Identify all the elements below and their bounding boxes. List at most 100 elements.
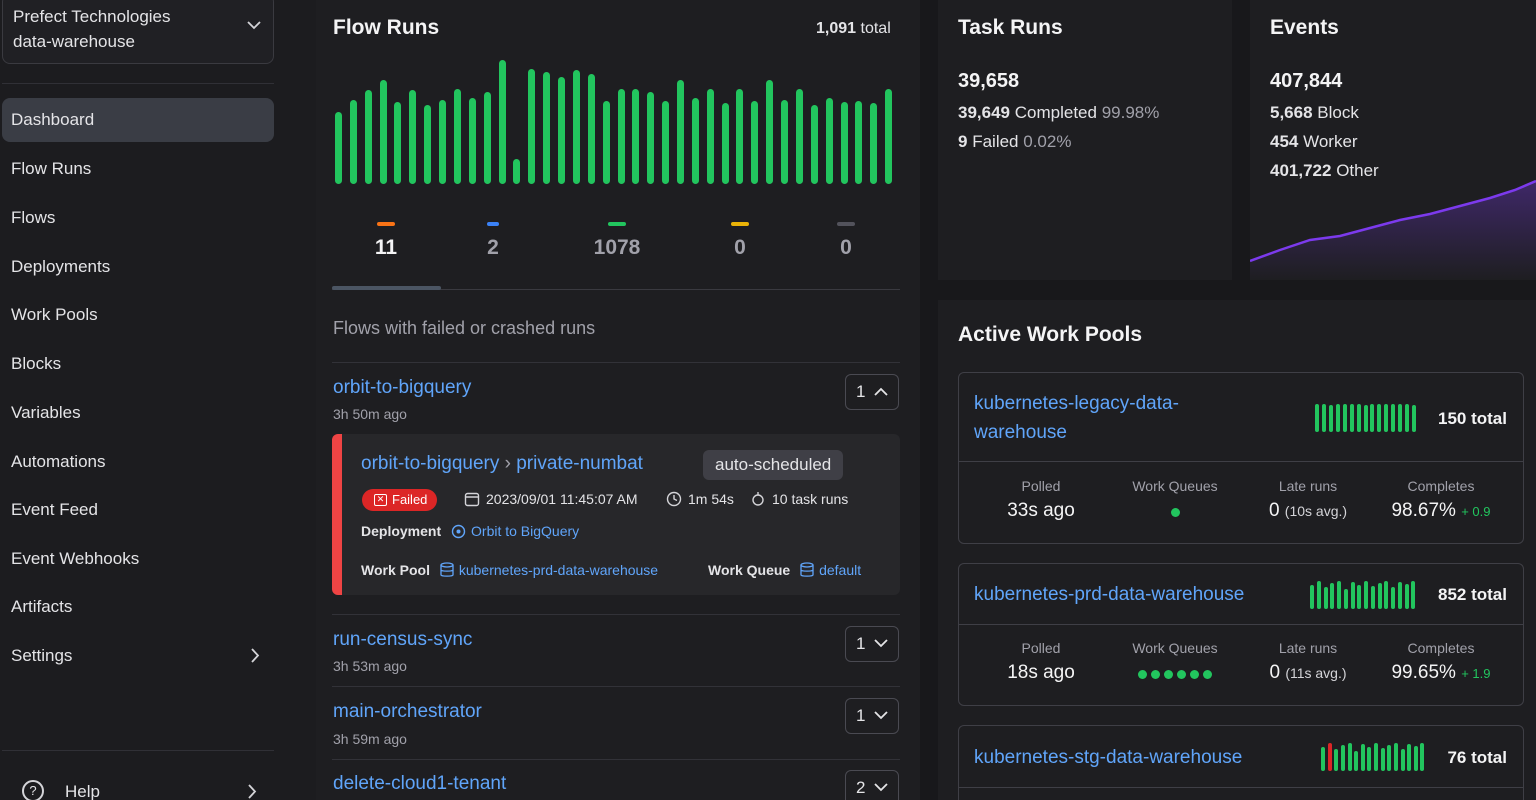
sidebar-item-artifacts[interactable]: Artifacts — [2, 585, 274, 629]
flow-run-bar[interactable] — [721, 103, 729, 184]
work-pool-link[interactable]: kubernetes-legacy-data- warehouse — [974, 389, 1179, 447]
flow-run-bar[interactable] — [572, 70, 580, 184]
state-tab-failed[interactable]: 11 — [356, 222, 416, 260]
polled-stat: Polled 33s ago — [971, 478, 1111, 522]
flow-run-bar[interactable] — [840, 102, 848, 184]
work-pools-title: Active Work Pools — [958, 323, 1142, 346]
flow-run-bar[interactable] — [528, 69, 536, 184]
completes-delta: + 1.9 — [1461, 666, 1491, 681]
flow-runs-toggle[interactable]: 1 — [845, 374, 899, 410]
sidebar-item-blocks[interactable]: Blocks — [2, 342, 274, 386]
pool-run-bar — [1405, 404, 1410, 432]
workspace-switcher[interactable]: Prefect Technologies data-warehouse — [2, 0, 274, 64]
flow-link[interactable]: run-census-sync — [333, 629, 472, 651]
flow-run-bar[interactable] — [498, 60, 506, 184]
state-tab-running[interactable]: 2 — [463, 222, 523, 260]
flow-link[interactable]: delete-cloud1-tenant — [333, 773, 506, 795]
sidebar-item-automations[interactable]: Automations — [2, 440, 274, 484]
pool-run-bar — [1316, 581, 1321, 609]
flow-run-bar[interactable] — [453, 89, 461, 184]
pool-run-bar — [1340, 745, 1345, 771]
flow-link[interactable]: orbit-to-bigquery — [333, 377, 471, 399]
state-tab-cancelled[interactable]: 0 — [816, 222, 876, 260]
sidebar-item-flows[interactable]: Flows — [2, 196, 274, 240]
work-pool-row: Work Pool kubernetes-prd-data-warehouse — [361, 562, 658, 578]
state-count: 2 — [487, 236, 499, 259]
sidebar-item-dashboard[interactable]: Dashboard — [2, 98, 274, 142]
flow-run-bar[interactable] — [587, 74, 595, 184]
flow-run-bar[interactable] — [751, 101, 759, 184]
stat-label: Polled — [1021, 478, 1061, 494]
flow-run-bar[interactable] — [349, 100, 357, 184]
flow-runs-toggle[interactable]: 1 — [845, 626, 899, 662]
pool-run-bar — [1420, 743, 1425, 771]
flow-runs-toggle[interactable]: 1 — [845, 698, 899, 734]
flow-run-bar[interactable] — [379, 80, 387, 184]
pool-run-bar — [1407, 744, 1412, 771]
flow-run-bar[interactable] — [855, 101, 863, 184]
flow-run-bar[interactable] — [617, 89, 625, 184]
work-pool-link[interactable]: kubernetes-prd-data-warehouse — [459, 562, 658, 578]
flow-run-bar[interactable] — [676, 80, 684, 184]
flow-run-bar[interactable] — [513, 159, 521, 184]
flow-run-bar[interactable] — [647, 92, 655, 184]
sidebar-item-variables[interactable]: Variables — [2, 391, 274, 435]
sidebar-item-event-webhooks[interactable]: Event Webhooks — [2, 537, 274, 581]
flow-run-bar[interactable] — [766, 80, 774, 184]
work-pool-link[interactable]: kubernetes-prd-data-warehouse — [974, 580, 1244, 609]
sidebar-item-work-pools[interactable]: Work Pools — [2, 293, 274, 337]
divider — [332, 686, 900, 687]
flow-run-bar[interactable] — [439, 100, 447, 184]
completes-pct: 99.65% — [1391, 662, 1456, 683]
flow-run-bar[interactable] — [543, 72, 551, 184]
pool-total: 852 total — [1438, 585, 1507, 604]
state-tab-late[interactable]: 0 — [710, 222, 770, 260]
failed-count: 9 — [958, 132, 968, 151]
stat-label: Polled — [1021, 640, 1061, 656]
flow-run-bar[interactable] — [691, 98, 699, 184]
flow-run-bar[interactable] — [795, 89, 803, 184]
flow-link[interactable]: main-orchestrator — [333, 701, 482, 723]
flow-run-bar[interactable] — [409, 90, 417, 184]
flow-runs-toggle[interactable]: 2 — [845, 770, 899, 800]
work-queue-link[interactable]: default — [819, 562, 861, 578]
flow-run-bar[interactable] — [335, 112, 342, 184]
flow-run-bar[interactable] — [483, 92, 491, 184]
flow-run-bar[interactable] — [662, 101, 670, 184]
flow-run-name-link[interactable]: private-numbat — [516, 453, 643, 474]
flow-run-card[interactable]: orbit-to-bigquery › private-numbat auto-… — [332, 434, 900, 595]
flow-run-bar[interactable] — [736, 89, 744, 184]
flow-run-bar[interactable] — [870, 103, 878, 184]
flow-run-bar[interactable] — [885, 89, 893, 184]
work-pool-link[interactable]: kubernetes-stg-data-warehouse — [974, 743, 1242, 772]
queue-healthy-dot — [1151, 670, 1160, 679]
state-tab-completed[interactable]: 1078 — [587, 222, 647, 260]
flow-run-bar[interactable] — [825, 98, 833, 184]
flow-run-bar[interactable] — [468, 98, 476, 184]
flow-name-link[interactable]: orbit-to-bigquery — [361, 453, 499, 474]
pool-run-bar — [1323, 587, 1328, 609]
flow-run-bar[interactable] — [632, 89, 640, 184]
sidebar-item-deployments[interactable]: Deployments — [2, 245, 274, 289]
pool-run-bar — [1397, 582, 1402, 609]
flow-run-bar[interactable] — [602, 101, 610, 184]
flow-run-bar[interactable] — [706, 89, 714, 184]
deployment-link[interactable]: Orbit to BigQuery — [471, 523, 579, 539]
sidebar-item-flow-runs[interactable]: Flow Runs — [2, 147, 274, 191]
flow-runs-total-suffix: total — [860, 20, 891, 37]
flow-run-bar[interactable] — [394, 102, 402, 184]
sidebar-item-event-feed[interactable]: Event Feed — [2, 488, 274, 532]
divider — [332, 614, 900, 615]
queue-status-dots — [1105, 666, 1245, 680]
pool-run-bar — [1398, 404, 1403, 432]
flow-run-bar[interactable] — [424, 105, 432, 184]
flow-run-bar[interactable] — [558, 77, 566, 184]
flow-run-bar[interactable] — [781, 100, 789, 184]
tabs-active-indicator — [332, 286, 441, 290]
database-icon — [800, 562, 814, 577]
state-color-tick — [487, 222, 499, 226]
flow-run-bar[interactable] — [364, 90, 372, 184]
sidebar-item-settings[interactable]: Settings — [2, 634, 274, 678]
flow-run-bar[interactable] — [810, 105, 818, 184]
chevron-up-icon — [874, 387, 888, 396]
